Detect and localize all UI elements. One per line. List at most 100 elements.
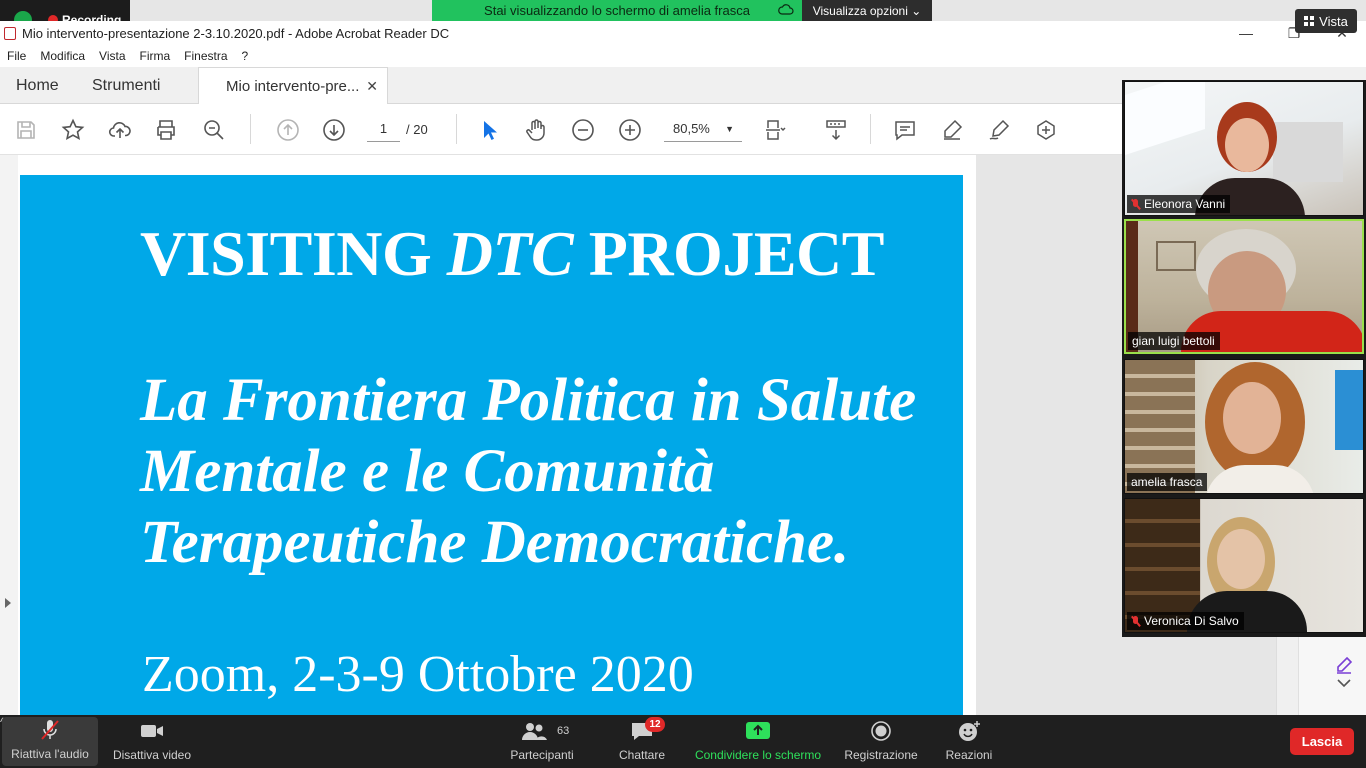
- tab-document[interactable]: Mio intervento-pre... ✕: [198, 67, 388, 105]
- slide-date: Zoom, 2-3-9 Ottobre 2020: [142, 646, 694, 703]
- menu-modifica[interactable]: Modifica: [40, 49, 85, 63]
- zoom-level-select[interactable]: 80,5% ▼: [664, 116, 742, 142]
- menu-finestra[interactable]: Finestra: [184, 49, 227, 63]
- share-banner: Stai visualizzando lo schermo di amelia …: [432, 0, 802, 21]
- participant-name-tag: gian luigi bettoli: [1128, 332, 1220, 350]
- participants-label: Partecipanti: [510, 748, 574, 762]
- menu-firma[interactable]: Firma: [140, 49, 171, 63]
- share-banner-text: Stai visualizzando lo schermo di amelia …: [484, 3, 750, 18]
- participants-button[interactable]: Partecipanti: [504, 715, 580, 768]
- participant-name-tag: amelia frasca: [1127, 473, 1208, 491]
- video-tile-veronica[interactable]: Veronica Di Salvo: [1124, 498, 1364, 633]
- view-button-label: Vista: [1319, 13, 1348, 29]
- record-label: Registrazione: [844, 748, 918, 762]
- hand-tool-icon[interactable]: [524, 118, 548, 142]
- upload-cloud-icon[interactable]: [108, 118, 132, 142]
- zoom-level-value: 80,5%: [673, 121, 710, 136]
- select-cursor-icon[interactable]: [478, 118, 502, 142]
- toolbar-divider: [456, 114, 457, 144]
- blue-object: [1335, 370, 1363, 450]
- view-options-button[interactable]: Visualizza opzioni ⌄: [802, 0, 932, 21]
- zoom-search-icon[interactable]: [202, 118, 226, 142]
- slide-title-pre: VISITING: [140, 218, 447, 289]
- share-screen-button[interactable]: Condividere lo schermo: [688, 715, 828, 768]
- video-tile-eleonora[interactable]: Eleonora Vanni: [1124, 81, 1364, 216]
- slide-title: VISITING DTC PROJECT: [140, 217, 884, 291]
- chat-label: Chattare: [618, 748, 666, 762]
- chat-unread-badge: 12: [645, 717, 665, 732]
- person-body: [1205, 465, 1315, 493]
- view-button[interactable]: Vista: [1295, 9, 1357, 33]
- window-title: Mio intervento-presentazione 2-3.10.2020…: [22, 26, 450, 41]
- slide-title-post: PROJECT: [573, 218, 885, 289]
- participant-name-tag: Eleonora Vanni: [1127, 195, 1231, 213]
- zoom-out-icon[interactable]: [571, 118, 595, 142]
- wall-frame: [1156, 241, 1196, 271]
- toolbar-divider: [250, 114, 251, 144]
- minimize-button[interactable]: —: [1222, 21, 1270, 45]
- video-camera-icon: [141, 725, 163, 737]
- page-down-icon[interactable]: [322, 118, 346, 142]
- share-screen-label: Condividere lo schermo: [694, 748, 822, 762]
- unmute-audio-label: Riattiva l'audio: [11, 747, 89, 761]
- mic-muted-icon: [41, 720, 59, 740]
- reactions-button[interactable]: Reazioni: [940, 715, 998, 768]
- page-number-input[interactable]: 1: [367, 116, 400, 142]
- stop-video-button[interactable]: Disattiva video: [108, 715, 196, 768]
- unmute-audio-button[interactable]: Riattiva l'audio: [2, 717, 98, 766]
- record-button[interactable]: Registrazione: [840, 715, 922, 768]
- chevron-down-icon: ▼: [725, 124, 734, 134]
- grid-icon: [1304, 16, 1315, 26]
- window-light: [1125, 82, 1205, 155]
- slide-subtitle: La Frontiera Politica in Salute Mentale …: [140, 367, 917, 576]
- cloud-icon: [778, 4, 794, 15]
- tab-document-label: Mio intervento-pre...: [226, 78, 360, 95]
- mic-muted-icon: [1131, 615, 1140, 627]
- star-icon[interactable]: [61, 118, 85, 142]
- video-tile-amelia[interactable]: amelia frasca: [1124, 359, 1364, 494]
- left-nav-rail: [0, 155, 18, 715]
- person-face: [1223, 382, 1281, 454]
- close-tab-icon[interactable]: ✕: [366, 78, 378, 95]
- record-icon: [871, 721, 891, 741]
- toolbar-divider: [870, 114, 871, 144]
- zoom-control-bar: Riattiva l'audio ^ Disattiva video ^ Par…: [0, 715, 1366, 768]
- chevron-down-icon[interactable]: [1336, 677, 1352, 689]
- video-tile-gian-luigi[interactable]: gian luigi bettoli: [1124, 219, 1364, 354]
- sign-pen-icon[interactable]: [987, 118, 1011, 142]
- slide: VISITING DTC PROJECT La Frontiera Politi…: [20, 175, 963, 715]
- person-face: [1217, 529, 1265, 589]
- shelf: [1273, 122, 1343, 182]
- fill-sign-icon[interactable]: [1034, 118, 1058, 142]
- tab-tools[interactable]: Strumenti: [92, 67, 160, 104]
- window-titlebar: Mio intervento-presentazione 2-3.10.2020…: [0, 21, 1366, 45]
- save-icon[interactable]: [14, 118, 38, 142]
- person-face: [1225, 118, 1269, 172]
- participant-name: gian luigi bettoli: [1132, 334, 1215, 348]
- menu-file[interactable]: File: [7, 49, 26, 63]
- zoom-in-icon[interactable]: [618, 118, 642, 142]
- participant-name: amelia frasca: [1131, 475, 1203, 489]
- participant-name: Eleonora Vanni: [1144, 197, 1226, 211]
- highlight-pen-icon[interactable]: [940, 118, 964, 142]
- page-total: / 20: [406, 122, 428, 137]
- leave-meeting-button[interactable]: Lascia: [1290, 728, 1354, 755]
- comment-icon[interactable]: [893, 118, 917, 142]
- menu-vista[interactable]: Vista: [99, 49, 125, 63]
- scroll-mode-icon[interactable]: [824, 118, 848, 142]
- menu-help[interactable]: ?: [242, 49, 249, 63]
- participants-count: 63: [557, 725, 570, 737]
- menu-bar: File Modifica Vista Firma Finestra ?: [0, 45, 1366, 67]
- mic-muted-icon: [1131, 198, 1140, 210]
- tab-home[interactable]: Home: [16, 67, 59, 104]
- participants-icon: [522, 723, 547, 740]
- page-up-icon[interactable]: [276, 118, 300, 142]
- page-fit-icon[interactable]: [764, 118, 788, 142]
- participant-name-tag: Veronica Di Salvo: [1127, 612, 1244, 630]
- expand-panel-icon[interactable]: [5, 598, 11, 608]
- share-screen-icon: [746, 722, 770, 739]
- reactions-smiley-icon: [959, 721, 980, 741]
- print-icon[interactable]: [154, 118, 178, 142]
- edit-pen-icon[interactable]: [1334, 655, 1354, 675]
- slide-title-italic: DTC: [446, 218, 574, 289]
